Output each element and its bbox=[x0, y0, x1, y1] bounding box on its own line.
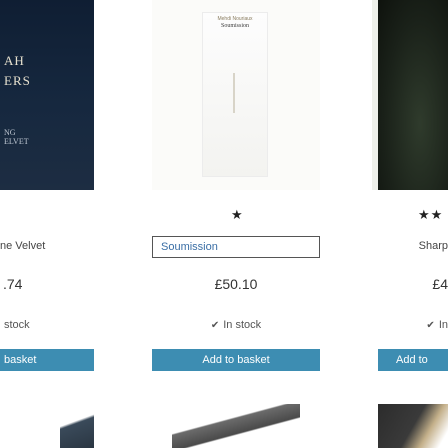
book-cover bbox=[378, 0, 448, 190]
product-thumbnail[interactable] bbox=[172, 404, 300, 448]
product-thumbnail[interactable] bbox=[378, 404, 448, 448]
check-icon: ✔ bbox=[210, 320, 220, 331]
product-image-1[interactable]: AH ERS NG ELVET bbox=[0, 0, 94, 190]
product-thumbnail[interactable] bbox=[60, 404, 94, 448]
book-decoration bbox=[233, 73, 235, 113]
cover-text: AH bbox=[4, 53, 25, 68]
variant-select[interactable]: Soumission bbox=[152, 236, 320, 258]
rating-stars: ★ bbox=[231, 207, 244, 223]
book-cover: Mehdi Nouriaux Soumission bbox=[202, 12, 268, 177]
price: £50.10 bbox=[214, 276, 258, 292]
product-image-3[interactable] bbox=[372, 0, 448, 190]
stock-text: In bbox=[438, 319, 448, 331]
check-icon: ✔ bbox=[426, 320, 435, 331]
add-to-basket-button[interactable]: Add to basket bbox=[152, 349, 320, 371]
stock-status: ✔ In stock bbox=[152, 319, 320, 331]
price: £4 bbox=[432, 276, 448, 292]
add-to-basket-button[interactable]: Add to bbox=[378, 349, 448, 371]
cover-text-small: NG ELVET bbox=[4, 128, 29, 146]
star-icon: ★ bbox=[231, 207, 244, 222]
variant-label: ne Velvet bbox=[0, 240, 46, 252]
book-author: Mehdi Nouriaux bbox=[217, 16, 253, 22]
add-to-basket-button[interactable]: basket bbox=[0, 349, 94, 371]
stock-text: In stock bbox=[223, 319, 262, 331]
stock-status: ✔ In bbox=[372, 319, 448, 331]
rating-stars: ★★ bbox=[418, 207, 443, 223]
book-title: Soumission bbox=[220, 23, 249, 29]
star-icon: ★ bbox=[418, 207, 431, 222]
cover-text: ERS bbox=[4, 73, 31, 88]
variant-label: Sharp bbox=[418, 240, 448, 252]
stock-status: stock bbox=[4, 319, 30, 331]
price: .74 bbox=[3, 276, 23, 292]
star-icon: ★ bbox=[430, 207, 444, 222]
product-image-2[interactable]: Mehdi Nouriaux Soumission bbox=[152, 0, 320, 190]
